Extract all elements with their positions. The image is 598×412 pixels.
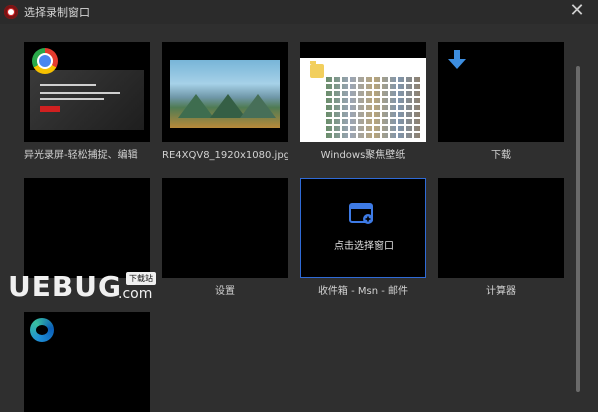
window-caption: 计算器 (486, 286, 516, 297)
window-thumbnail (162, 178, 288, 278)
window-tile-settings[interactable]: 设置 (162, 178, 288, 297)
window-caption: RE4XQV8_1920x1080.jpg - 图 (162, 150, 288, 161)
window-caption: Windows聚焦壁纸 (320, 150, 406, 161)
window-thumbnail: 点击选择窗口 (300, 178, 426, 278)
file-explorer-preview (300, 58, 426, 142)
window-thumbnail (24, 312, 150, 412)
window-caption: 收件箱 - Msn - 邮件 (317, 286, 409, 297)
window-tile-edge[interactable] (24, 312, 150, 412)
vertical-scrollbar[interactable] (576, 66, 580, 392)
window-tile-calculator[interactable]: 计算器 (438, 178, 564, 297)
window-tile-chrome[interactable]: 异光录屏-轻松捕捉、编辑 (24, 42, 150, 161)
download-arrow-icon (448, 50, 466, 69)
window-thumbnail (24, 178, 150, 278)
window-thumbnail (162, 42, 288, 142)
window-thumbnail (24, 42, 150, 142)
window-tile-downloads[interactable]: 下载 (438, 42, 564, 161)
webpage-preview (30, 70, 144, 130)
landscape-photo (170, 60, 280, 128)
window-thumbnail (438, 178, 564, 278)
window-caption: 设置 (215, 286, 235, 297)
window-caption: 下载 (491, 150, 511, 161)
close-button[interactable]: ✕ (568, 2, 586, 20)
title-bar: 选择录制窗口 ✕ (0, 0, 598, 24)
window-caption: 异光录屏-轻松捕捉、编辑 (24, 150, 138, 161)
window-tile-explorer[interactable]: Windows聚焦壁纸 (300, 42, 426, 161)
chrome-icon (32, 48, 58, 74)
window-thumbnail (300, 42, 426, 142)
folder-icon (310, 61, 324, 78)
window-thumbnail (438, 42, 564, 142)
window-title: 选择录制窗口 (24, 6, 90, 19)
select-window-prompt: 点击选择窗口 (334, 241, 394, 252)
select-window-icon (349, 203, 373, 224)
window-tile-mail[interactable]: 点击选择窗口 收件箱 - Msn - 邮件 (300, 178, 426, 297)
window-grid: 异光录屏-轻松捕捉、编辑 RE4XQV8_1920x1080.jpg - 图 W… (0, 24, 580, 412)
record-app-icon (4, 5, 18, 19)
window-tile-photo[interactable]: RE4XQV8_1920x1080.jpg - 图 (162, 42, 288, 161)
edge-icon (30, 318, 54, 342)
window-tile-blank[interactable] (24, 178, 150, 278)
